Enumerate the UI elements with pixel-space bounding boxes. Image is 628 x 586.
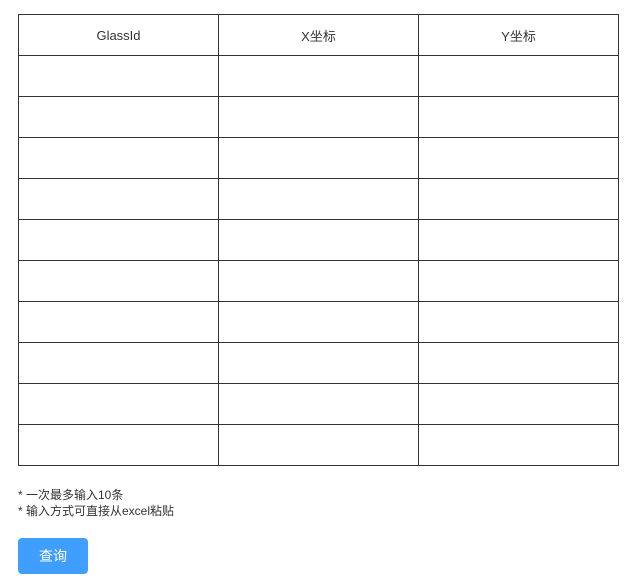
glassid-input[interactable] bbox=[19, 138, 218, 178]
glassid-cell bbox=[18, 137, 219, 179]
x-cell bbox=[218, 301, 419, 343]
x-input[interactable] bbox=[219, 56, 418, 96]
table-row bbox=[18, 342, 619, 384]
column-header-x: X坐标 bbox=[218, 14, 419, 56]
y-cell bbox=[418, 260, 619, 302]
table-row bbox=[18, 219, 619, 261]
x-input[interactable] bbox=[219, 384, 418, 424]
x-input[interactable] bbox=[219, 220, 418, 260]
glassid-cell bbox=[18, 301, 219, 343]
y-cell bbox=[418, 55, 619, 97]
y-cell bbox=[418, 219, 619, 261]
y-input[interactable] bbox=[419, 302, 618, 342]
glassid-input[interactable] bbox=[19, 261, 218, 301]
glassid-cell bbox=[18, 96, 219, 138]
query-button[interactable]: 查询 bbox=[18, 538, 88, 574]
coordinate-input-table: GlassId X坐标 Y坐标 bbox=[18, 14, 619, 466]
y-input[interactable] bbox=[419, 138, 618, 178]
table-header-row: GlassId X坐标 Y坐标 bbox=[18, 14, 619, 56]
y-cell bbox=[418, 96, 619, 138]
x-input[interactable] bbox=[219, 179, 418, 219]
x-input[interactable] bbox=[219, 138, 418, 178]
x-cell bbox=[218, 383, 419, 425]
y-cell bbox=[418, 424, 619, 466]
table-row bbox=[18, 383, 619, 425]
y-input[interactable] bbox=[419, 56, 618, 96]
glassid-cell bbox=[18, 260, 219, 302]
table-row bbox=[18, 260, 619, 302]
page: GlassId X坐标 Y坐标 * 一次最多输入10条 * 输入方式可直接从ex… bbox=[0, 0, 628, 586]
table-row bbox=[18, 301, 619, 343]
glassid-input[interactable] bbox=[19, 302, 218, 342]
glassid-input[interactable] bbox=[19, 56, 218, 96]
glassid-cell bbox=[18, 383, 219, 425]
x-cell bbox=[218, 96, 419, 138]
table-body bbox=[18, 55, 619, 466]
x-cell bbox=[218, 219, 419, 261]
x-cell bbox=[218, 342, 419, 384]
table-row bbox=[18, 55, 619, 97]
glassid-input[interactable] bbox=[19, 425, 218, 465]
glassid-input[interactable] bbox=[19, 97, 218, 137]
y-input[interactable] bbox=[419, 97, 618, 137]
note-max-entries: * 一次最多输入10条 bbox=[18, 488, 124, 502]
x-input[interactable] bbox=[219, 302, 418, 342]
y-input[interactable] bbox=[419, 425, 618, 465]
x-input[interactable] bbox=[219, 261, 418, 301]
y-input[interactable] bbox=[419, 179, 618, 219]
table-row bbox=[18, 424, 619, 466]
glassid-input[interactable] bbox=[19, 384, 218, 424]
y-input[interactable] bbox=[419, 343, 618, 383]
x-cell bbox=[218, 55, 419, 97]
glassid-input[interactable] bbox=[19, 220, 218, 260]
glassid-input[interactable] bbox=[19, 343, 218, 383]
x-cell bbox=[218, 260, 419, 302]
column-header-glassid: GlassId bbox=[18, 14, 219, 56]
table-row bbox=[18, 96, 619, 138]
input-notes: * 一次最多输入10条 * 输入方式可直接从excel粘贴 bbox=[18, 487, 174, 519]
y-input[interactable] bbox=[419, 261, 618, 301]
glassid-cell bbox=[18, 178, 219, 220]
table-row bbox=[18, 178, 619, 220]
y-cell bbox=[418, 137, 619, 179]
x-cell bbox=[218, 424, 419, 466]
x-cell bbox=[218, 178, 419, 220]
table-row bbox=[18, 137, 619, 179]
y-cell bbox=[418, 178, 619, 220]
glassid-cell bbox=[18, 55, 219, 97]
x-input[interactable] bbox=[219, 97, 418, 137]
note-paste-from-excel: * 输入方式可直接从excel粘贴 bbox=[18, 504, 175, 518]
x-input[interactable] bbox=[219, 343, 418, 383]
y-cell bbox=[418, 301, 619, 343]
glassid-cell bbox=[18, 219, 219, 261]
y-cell bbox=[418, 342, 619, 384]
x-input[interactable] bbox=[219, 425, 418, 465]
y-input[interactable] bbox=[419, 384, 618, 424]
glassid-input[interactable] bbox=[19, 179, 218, 219]
column-header-y: Y坐标 bbox=[418, 14, 619, 56]
y-input[interactable] bbox=[419, 220, 618, 260]
glassid-cell bbox=[18, 342, 219, 384]
glassid-cell bbox=[18, 424, 219, 466]
x-cell bbox=[218, 137, 419, 179]
y-cell bbox=[418, 383, 619, 425]
